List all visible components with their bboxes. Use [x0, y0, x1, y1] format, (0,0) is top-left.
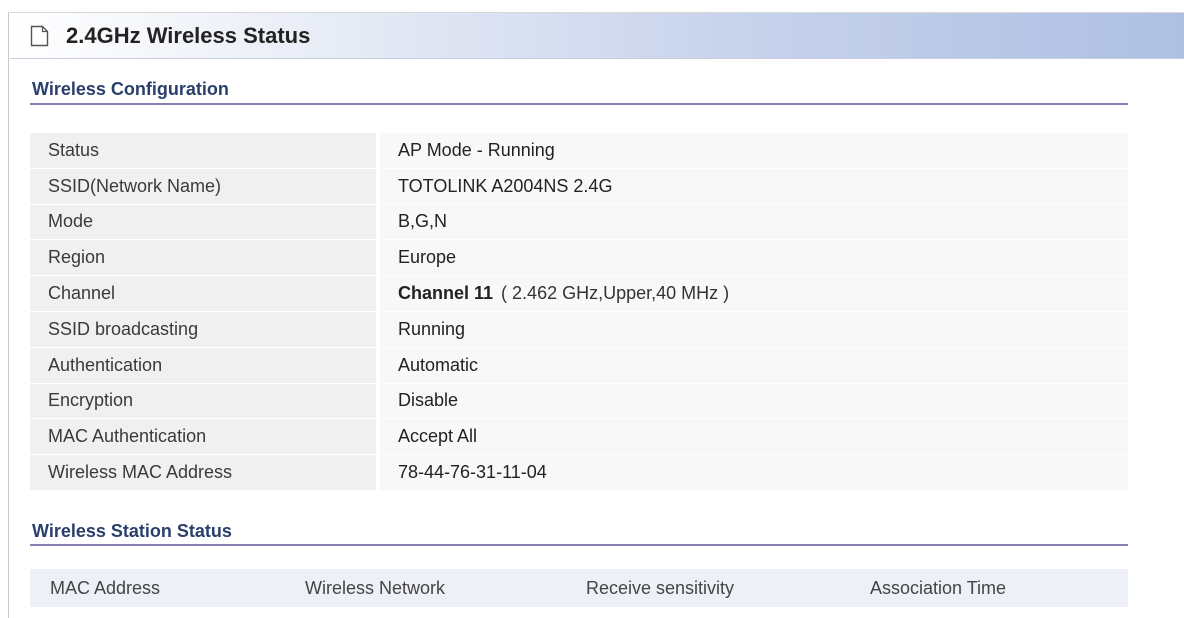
row-value: Europe — [380, 239, 1128, 276]
row-value: 78-44-76-31-11-04 — [380, 454, 1128, 491]
row-label: SSID(Network Name) — [30, 168, 376, 205]
row-label: Mode — [30, 204, 376, 240]
table-row: Encryption Disable — [30, 383, 1128, 419]
row-value: Running — [380, 311, 1128, 348]
column-header-mac-address: MAC Address — [50, 578, 161, 598]
page-title-bar: 2.4GHz Wireless Status — [10, 12, 1184, 59]
channel-number: Channel 11 — [398, 283, 494, 304]
table-row: Region Europe — [30, 239, 1128, 276]
row-label: Status — [30, 132, 376, 169]
row-label: MAC Authentication — [30, 418, 376, 455]
frame-border — [8, 12, 9, 618]
table-row: MAC Authentication Accept All — [30, 418, 1128, 455]
row-label: Wireless MAC Address — [30, 454, 376, 491]
station-table-header: MAC Address Wireless Network Receive sen… — [30, 569, 1128, 607]
row-value: Automatic — [380, 347, 1128, 384]
page-title: 2.4GHz Wireless Status — [66, 23, 311, 48]
wireless-station-status-heading: Wireless Station Status — [32, 521, 232, 541]
row-value: TOTOLINK A2004NS 2.4G — [380, 168, 1128, 205]
wireless-configuration-heading: Wireless Configuration — [32, 79, 229, 99]
table-row: Wireless MAC Address 78-44-76-31-11-04 — [30, 454, 1128, 491]
row-label: Channel — [30, 275, 376, 312]
column-header-association-time: Association Time — [870, 578, 1007, 598]
table-row: Mode B,G,N — [30, 204, 1128, 240]
section-divider — [30, 103, 1128, 105]
row-value: Accept All — [380, 418, 1128, 455]
table-row: SSID(Network Name) TOTOLINK A2004NS 2.4G — [30, 168, 1128, 205]
row-value: Disable — [380, 383, 1128, 419]
table-row: Authentication Automatic — [30, 347, 1128, 384]
row-label: SSID broadcasting — [30, 311, 376, 348]
row-value: AP Mode - Running — [380, 132, 1128, 169]
table-row: Status AP Mode - Running — [30, 132, 1128, 169]
page-icon — [30, 25, 49, 47]
wireless-configuration-table: Status AP Mode - Running SSID(Network Na… — [30, 132, 1128, 491]
row-value: B,G,N — [380, 204, 1128, 240]
row-label: Authentication — [30, 347, 376, 384]
status-page: 2.4GHz Wireless Status Wireless Configur… — [0, 0, 1184, 618]
row-label: Encryption — [30, 383, 376, 419]
table-row: Channel Channel 11 ( 2.462 GHz,Upper,40 M… — [30, 275, 1128, 312]
row-label: Region — [30, 239, 376, 276]
section-divider — [30, 544, 1128, 546]
column-header-receive-sensitivity: Receive sensitivity — [586, 578, 735, 598]
column-header-wireless-network: Wireless Network — [305, 578, 446, 598]
table-row: SSID broadcasting Running — [30, 311, 1128, 348]
channel-value: Channel 11 ( 2.462 GHz,Upper,40 MHz ) — [380, 275, 1128, 312]
channel-detail: ( 2.462 GHz,Upper,40 MHz ) — [501, 283, 730, 304]
